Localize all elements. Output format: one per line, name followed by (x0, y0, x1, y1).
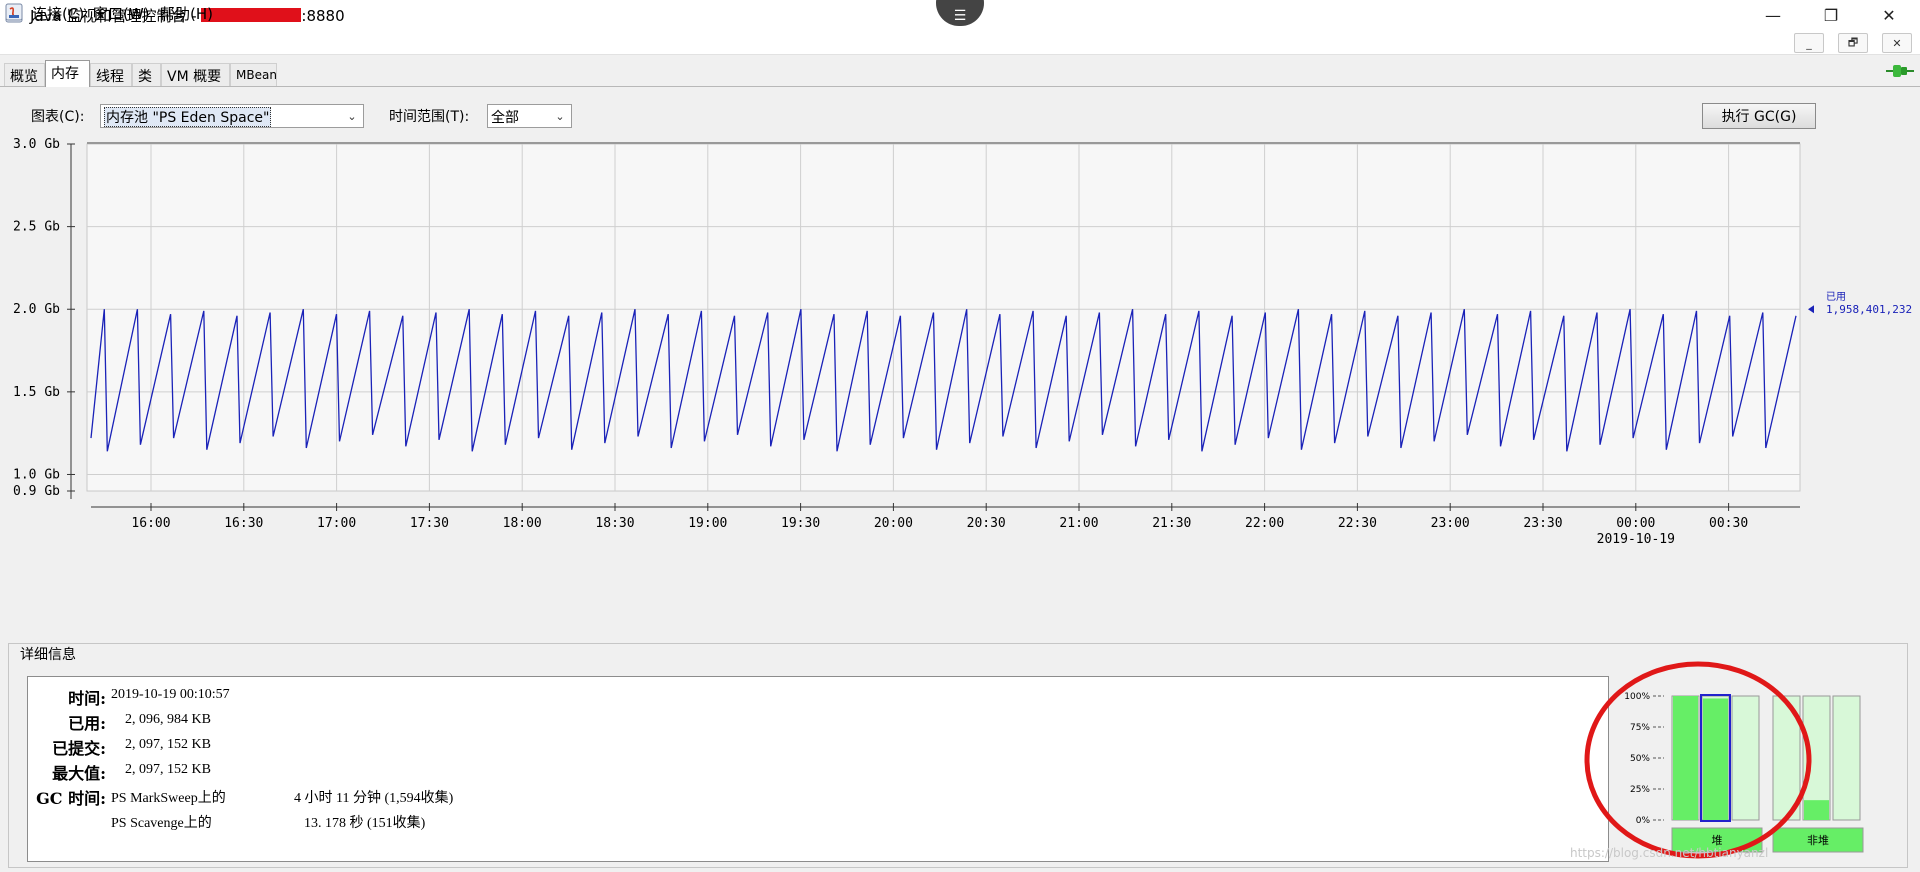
tab-mbean[interactable]: MBean (230, 63, 277, 86)
detail-label-time: 时间: (68, 689, 106, 708)
x-tick-label: 18:30 (595, 516, 634, 531)
menu-connect[interactable]: 连接(C) (32, 3, 84, 24)
x-tick-label: 23:00 (1431, 516, 1470, 531)
tab-strip (0, 56, 1920, 87)
chevron-down-icon: ⌄ (555, 109, 565, 123)
perform-gc-button[interactable]: 执行 GC(G) (1702, 103, 1816, 129)
inner-close-button[interactable]: ✕ (1882, 33, 1912, 53)
chart-select-value: 内存池 "PS Eden Space" (104, 107, 272, 127)
watermark: https://blog.csdn.net/hbtianyanzl (1570, 846, 1769, 860)
x-date-label: 2019-10-19 (1597, 532, 1675, 547)
detail-value-committed: 2, 097, 152 KB (125, 737, 211, 752)
menu-bar (0, 30, 1920, 55)
detail-value-time: 2019-10-19 00:10:57 (111, 687, 230, 702)
y-tick-label: 1.0 Gb (13, 467, 60, 482)
minimize-button[interactable]: — (1750, 0, 1796, 30)
tab-overview[interactable]: 概览 (4, 63, 45, 86)
menu-help[interactable]: 帮助(H) (160, 3, 213, 24)
java-menu-icon (5, 3, 23, 21)
memory-chart: 3.0 Gb 2.5 Gb 2.0 Gb 1.5 Gb 1.0 Gb 0.9 Gb 16:0… (13, 137, 1912, 547)
redacted-host: ----------- (201, 8, 302, 22)
y-tick-label: 0.9 Gb (13, 484, 60, 499)
highlight-ellipse (1584, 661, 1812, 859)
x-tick-label: 19:30 (781, 516, 820, 531)
time-range-label: 时间范围(T): (389, 109, 470, 125)
x-tick-label: 16:00 (131, 516, 170, 531)
close-button[interactable]: ✕ (1866, 0, 1912, 30)
gc-time-marksweep: 4 小时 11 分钟 (1,594收集) (294, 791, 454, 806)
x-tick-label: 20:30 (967, 516, 1006, 531)
inner-minimize-button[interactable]: _ (1794, 33, 1824, 53)
x-tick-label: 21:30 (1152, 516, 1191, 531)
nonheap-bar-frame (1832, 695, 1861, 821)
x-tick-label: 22:30 (1338, 516, 1377, 531)
x-tick-label: 18:00 (503, 516, 542, 531)
x-tick-label: 16:30 (224, 516, 263, 531)
time-range-value: 全部 (491, 110, 519, 126)
details-title: 详细信息 (17, 644, 79, 664)
connection-status-icon (1886, 65, 1914, 77)
detail-value-used: 2, 096, 984 KB (125, 712, 211, 727)
y-tick-label: 2.5 Gb (13, 220, 60, 235)
detail-label-used: 已用: (68, 714, 106, 733)
x-tick-label: 23:30 (1523, 516, 1562, 531)
restore-button[interactable]: ❐ (1808, 0, 1854, 30)
detail-value-max: 2, 097, 152 KB (125, 762, 211, 777)
inner-restore-button[interactable]: 🗗 (1838, 33, 1868, 53)
y-tick-label: 3.0 Gb (13, 137, 60, 152)
gc-time-scavenge: 13. 178 秒 (151收集) (304, 816, 426, 831)
legend-series-name: 已用 (1826, 292, 1846, 303)
x-tick-label: 00:00 (1616, 516, 1655, 531)
tab-vm-summary[interactable]: VM 概要 (161, 63, 230, 86)
x-tick-label: 19:00 (688, 516, 727, 531)
x-tick-label: 22:00 (1245, 516, 1284, 531)
chart-select-label: 图表(C): (31, 109, 85, 125)
x-tick-label: 17:30 (410, 516, 449, 531)
x-tick-label: 21:00 (1059, 516, 1098, 531)
detail-label-gc-time: GC 时间: (36, 789, 106, 808)
chart-select[interactable]: 内存池 "PS Eden Space" ⌄ (100, 104, 364, 128)
gc-collector-scavenge: PS Scavenge上的 (111, 816, 212, 831)
tab-memory[interactable]: 内存 (45, 60, 90, 87)
chevron-down-icon: ⌄ (347, 109, 357, 123)
x-tick-label: 17:00 (317, 516, 356, 531)
detail-label-max: 最大值: (52, 764, 106, 783)
y-tick-label: 2.0 Gb (13, 302, 60, 317)
window-title-port: :8880 (301, 7, 345, 25)
menu-window[interactable]: 窗口(W) (93, 3, 150, 24)
y-tick-label: 1.5 Gb (13, 385, 60, 400)
legend-current-value: 1,958,401,232 (1826, 303, 1912, 316)
gc-collector-marksweep: PS MarkSweep上的 (111, 791, 226, 806)
tab-threads[interactable]: 线程 (90, 63, 132, 86)
x-tick-label: 00:30 (1709, 516, 1748, 531)
details-panel (27, 676, 1609, 862)
x-tick-label: 20:00 (874, 516, 913, 531)
time-range-select[interactable]: 全部 ⌄ (487, 104, 572, 128)
tab-classes[interactable]: 类 (132, 63, 161, 86)
detail-label-committed: 已提交: (52, 739, 106, 758)
legend-marker (1808, 305, 1814, 314)
